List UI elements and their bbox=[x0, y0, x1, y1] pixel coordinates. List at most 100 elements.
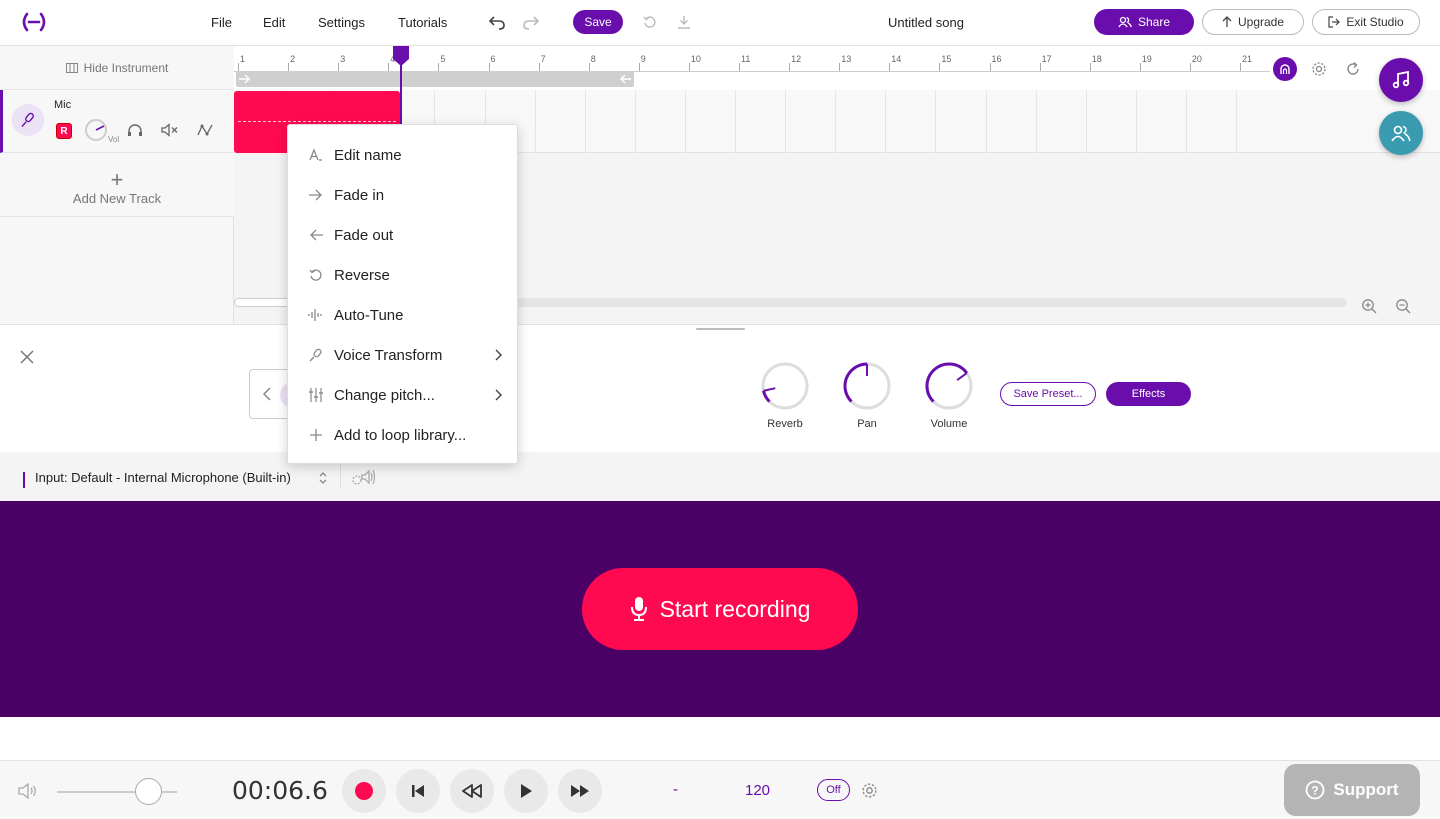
record-arm-button[interactable]: R bbox=[56, 123, 72, 139]
mute-icon[interactable] bbox=[160, 122, 180, 138]
ruler-bar-number: 3 bbox=[340, 54, 346, 64]
menu-item-auto-tune[interactable]: Auto-Tune bbox=[288, 295, 517, 335]
menu-item-reverse[interactable]: Reverse bbox=[288, 255, 517, 295]
grid-line bbox=[785, 90, 787, 153]
start-recording-button[interactable]: Start recording bbox=[582, 568, 858, 650]
menu-tutorials[interactable]: Tutorials bbox=[398, 15, 447, 30]
save-button[interactable]: Save bbox=[573, 10, 623, 34]
panel-resize-handle[interactable] bbox=[696, 328, 745, 330]
loop-toggle-icon[interactable] bbox=[1343, 59, 1363, 79]
menu-item-add-to-loop-library[interactable]: Add to loop library... bbox=[288, 415, 517, 455]
pan-knob-dial[interactable] bbox=[842, 361, 892, 411]
menu-item-edit-name[interactable]: Edit name bbox=[288, 135, 517, 175]
track-header-mic[interactable]: Mic R Vol bbox=[0, 90, 234, 153]
scrollbar-thumb[interactable] bbox=[234, 298, 294, 307]
master-volume-thumb[interactable] bbox=[135, 778, 162, 805]
exit-studio-label: Exit Studio bbox=[1346, 15, 1404, 29]
exit-studio-button[interactable]: Exit Studio bbox=[1312, 9, 1420, 35]
input-monitor-settings-icon[interactable] bbox=[350, 467, 376, 487]
metronome-toggle[interactable]: Off bbox=[817, 779, 850, 801]
headphones-icon[interactable] bbox=[125, 122, 145, 138]
menu-item-voice-transform[interactable]: Voice Transform bbox=[288, 335, 517, 375]
loop-start-arrow-icon[interactable] bbox=[239, 74, 251, 84]
ruler-tick bbox=[1039, 63, 1041, 71]
add-new-track-button[interactable]: + Add New Track bbox=[0, 153, 234, 217]
ruler-bar-number: 7 bbox=[540, 54, 546, 64]
ruler-bar-number: 11 bbox=[741, 54, 751, 64]
fast-forward-button[interactable] bbox=[558, 769, 602, 813]
save-preset-button[interactable]: Save Preset... bbox=[1000, 382, 1096, 406]
master-volume-icon[interactable] bbox=[18, 783, 38, 799]
reverb-knob-dial[interactable] bbox=[760, 361, 810, 411]
ruler-tick bbox=[1089, 63, 1091, 71]
grid-line bbox=[1236, 90, 1237, 153]
reverb-knob[interactable]: Reverb bbox=[755, 361, 815, 430]
menu-item-change-pitch[interactable]: Change pitch... bbox=[288, 375, 517, 415]
menu-item-fade-out[interactable]: Fade out bbox=[288, 215, 517, 255]
menu-item-label: Voice Transform bbox=[334, 346, 443, 364]
skip-back-icon bbox=[412, 785, 424, 797]
pan-knob[interactable]: Pan bbox=[837, 361, 897, 430]
input-device-select[interactable]: Input: Default - Internal Microphone (Bu… bbox=[35, 470, 291, 485]
bpm-display[interactable]: 120 bbox=[745, 782, 770, 799]
menu-edit[interactable]: Edit bbox=[263, 15, 285, 30]
undo-icon[interactable] bbox=[486, 12, 508, 32]
sliders-icon bbox=[308, 387, 324, 403]
redo-icon[interactable] bbox=[520, 12, 542, 32]
menu-file[interactable]: File bbox=[211, 15, 232, 30]
ruler-tick bbox=[1240, 63, 1241, 71]
volume-knob[interactable]: Volume bbox=[919, 361, 979, 430]
grid-line bbox=[885, 90, 887, 153]
microphone-track-icon[interactable] bbox=[12, 104, 44, 136]
ruler-tick bbox=[388, 63, 390, 71]
users-icon bbox=[1391, 125, 1411, 142]
history-icon[interactable] bbox=[640, 12, 660, 32]
zoom-out-icon[interactable] bbox=[1394, 297, 1412, 315]
metronome-sync-icon[interactable] bbox=[1273, 57, 1297, 81]
track-volume-knob[interactable] bbox=[85, 119, 107, 141]
chevron-left-icon[interactable] bbox=[262, 387, 272, 401]
volume-knob-dial[interactable] bbox=[924, 361, 974, 411]
reverse-icon bbox=[308, 267, 324, 283]
timeline-ruler[interactable]: 1 2 3 4 5 6 7 8 9 10 11 12 13 14 15 16 17 18 19 20 21 bbox=[234, 46, 1270, 72]
song-title[interactable]: Untitled song bbox=[850, 15, 1002, 30]
hide-instrument-label: Hide Instrument bbox=[83, 60, 169, 75]
volume-label: Vol bbox=[108, 135, 120, 144]
clip-waveform bbox=[238, 121, 396, 122]
loop-end-arrow-icon[interactable] bbox=[619, 74, 631, 84]
ruler-tick bbox=[789, 63, 791, 71]
ruler-tick bbox=[288, 63, 290, 71]
support-button[interactable]: ? Support bbox=[1284, 764, 1420, 816]
play-button[interactable] bbox=[504, 769, 548, 813]
loop-region-bar[interactable] bbox=[236, 71, 634, 87]
menu-item-fade-in[interactable]: Fade in bbox=[288, 175, 517, 215]
logo-icon[interactable] bbox=[20, 12, 48, 32]
menu-settings[interactable]: Settings bbox=[318, 15, 365, 30]
zoom-in-icon[interactable] bbox=[1360, 297, 1378, 315]
effects-button[interactable]: Effects bbox=[1106, 382, 1191, 406]
gear-icon[interactable] bbox=[861, 782, 878, 799]
music-library-button[interactable] bbox=[1379, 58, 1423, 102]
plus-icon: + bbox=[110, 167, 124, 192]
grid-line bbox=[634, 90, 636, 153]
top-bar: File Edit Settings Tutorials Save Untitl… bbox=[0, 0, 1440, 46]
hide-instrument-button[interactable]: Hide Instrument bbox=[0, 46, 234, 90]
collaborators-button[interactable] bbox=[1379, 111, 1423, 155]
upgrade-button[interactable]: Upgrade bbox=[1202, 9, 1304, 35]
chevron-updown-icon[interactable] bbox=[318, 470, 328, 486]
automation-icon[interactable] bbox=[195, 122, 215, 138]
record-button[interactable] bbox=[342, 769, 386, 813]
track-name[interactable]: Mic bbox=[54, 99, 71, 111]
go-to-start-button[interactable] bbox=[396, 769, 440, 813]
ruler-tick bbox=[739, 63, 740, 71]
ruler-tick bbox=[238, 63, 239, 71]
close-icon[interactable] bbox=[18, 348, 36, 366]
rewind-button[interactable] bbox=[450, 769, 494, 813]
timeline-settings-icon[interactable] bbox=[1309, 59, 1329, 79]
fast-forward-icon bbox=[571, 785, 589, 797]
exit-icon bbox=[1328, 16, 1341, 28]
share-button[interactable]: Share bbox=[1094, 9, 1194, 35]
download-icon[interactable] bbox=[674, 12, 694, 32]
key-display[interactable]: - bbox=[673, 781, 678, 798]
ruler-tick bbox=[989, 63, 991, 71]
